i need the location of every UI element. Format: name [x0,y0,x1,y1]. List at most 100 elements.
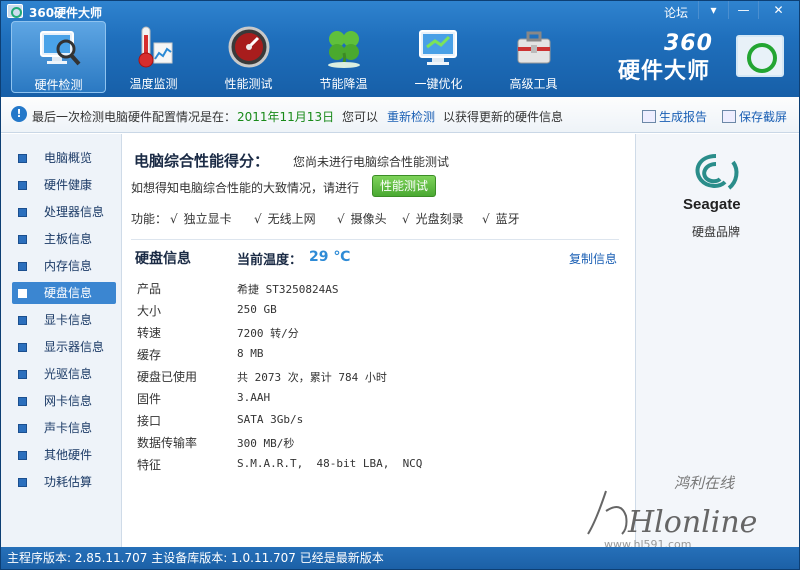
info-bar: ! 最后一次检测电脑硬件配置情况是在： 2011年11月13日 您可以 重新检测… [1,97,799,133]
tool-temperature[interactable]: 温度监测 [106,21,201,93]
tool-label: 节能降温 [319,77,368,91]
recheck-link[interactable]: 重新检测 [387,108,435,125]
disk-row-value: 希捷 ST3250824AS [237,283,339,296]
generate-report-button[interactable]: 生成报告 [642,108,707,125]
check-icon: √ [482,212,490,226]
save-screenshot-button[interactable]: 保存截屏 [722,108,787,125]
disk-row-value: 共 2073 次，累计 784 小时 [237,371,387,384]
disk-brand-name: Seagate [683,196,741,213]
top-bar: 360硬件大师 论坛 ▾ — ✕ 硬件检测 温度监测 性能测试 节能降温 一键优… [1,1,799,97]
sidebar-item-label: 功耗估算 [44,475,93,489]
bullet-icon [18,370,27,379]
speedometer-icon [228,26,270,68]
disk-row-label: 特征 [137,458,162,472]
tool-advanced[interactable]: 高级工具 [486,21,581,93]
bullet-icon [18,289,27,298]
optimize-monitor-icon [419,30,457,65]
copy-info-link[interactable]: 复制信息 [569,250,617,267]
app-logo-icon [7,4,23,18]
bullet-icon [18,208,27,217]
sidebar-item-harddisk[interactable]: 硬盘信息 [12,282,116,304]
sidebar-item-label: 电脑概览 [44,151,93,165]
tool-label: 温度监测 [129,77,178,91]
you-can-text: 您可以 [342,110,379,124]
check-icon: √ [170,212,178,226]
bullet-icon [18,235,27,244]
watermark-logo: 鸿利在线 Hlonline www.hl591.com [587,474,757,551]
disk-row-value: SATA 3Gb/s [237,413,304,426]
sidebar-item-health[interactable]: 硬件健康 [12,174,116,196]
sidebar-item-memory[interactable]: 内存信息 [12,255,116,277]
bullet-icon [18,478,27,487]
minimize-button[interactable]: — [728,1,758,19]
bullet-icon [18,181,27,190]
sidebar-item-display[interactable]: 显示器信息 [12,336,116,358]
watermark-cn: 鸿利在线 [674,474,736,492]
sidebar-item-sound[interactable]: 声卡信息 [12,417,116,439]
sidebar-item-motherboard[interactable]: 主板信息 [12,228,116,250]
sidebar-item-label: 主板信息 [44,232,93,246]
menu-dropdown-button[interactable]: ▾ [698,1,728,19]
save-label: 保存截屏 [739,110,788,124]
sidebar-item-optical[interactable]: 光驱信息 [12,363,116,385]
report-label: 生成报告 [659,110,708,124]
bullet-icon [18,343,27,352]
disk-row-value: S.M.A.R.T, 48-bit LBA, NCQ [237,457,423,470]
bullet-icon [18,424,27,433]
main-toolbar: 硬件检测 温度监测 性能测试 节能降温 一键优化 高级工具 [11,21,581,95]
tool-label: 高级工具 [509,77,558,91]
toolbox-icon [517,31,551,64]
current-temp-label: 当前温度： [237,253,303,268]
feature-label: 独立显卡 [183,212,232,226]
sidebar-item-label: 网卡信息 [44,394,93,408]
score-title: 电脑综合性能得分： [134,152,270,170]
disk-row-label: 接口 [137,414,162,428]
monitor-magnifier-icon [40,31,81,66]
sidebar-item-cpu[interactable]: 处理器信息 [12,201,116,223]
divider [131,239,619,240]
last-check-text: 最后一次检测电脑硬件配置情况是在： [32,110,237,124]
forum-link[interactable]: 论坛 [664,4,688,21]
bullet-icon [18,154,27,163]
feature-item: √ 摄像头 [337,210,387,227]
title-bar: 360硬件大师 论坛 ▾ — ✕ [1,1,799,21]
app-title: 360硬件大师 [29,6,103,20]
disk-row-label: 大小 [137,304,162,318]
main-panel: 电脑综合性能得分： 您尚未进行电脑综合性能测试 如想得知电脑综合性能的大致情况，… [123,134,634,547]
feature-item: √ 无线上网 [254,210,316,227]
sidebar-item-network[interactable]: 网卡信息 [12,390,116,412]
sidebar-item-label: 声卡信息 [44,421,93,435]
tool-hardware-detect[interactable]: 硬件检测 [11,21,106,93]
tool-label: 一键优化 [414,77,463,91]
sidebar-item-power[interactable]: 功耗估算 [12,471,116,493]
tool-power-saving[interactable]: 节能降温 [296,21,391,93]
tool-label: 硬件检测 [34,78,83,92]
last-check-date: 2011年11月13日 [237,110,335,124]
disk-row-value: 8 MB [237,347,264,360]
thermometer-icon [138,26,173,68]
sidebar-item-label: 其他硬件 [44,448,93,462]
sidebar-item-label: 处理器信息 [44,205,105,219]
tool-performance[interactable]: 性能测试 [201,21,296,93]
feature-label: 光盘刻录 [415,212,464,226]
disk-row-value: 250 GB [237,303,277,316]
disk-row-label: 硬盘已使用 [137,370,198,384]
app-window: 360硬件大师 论坛 ▾ — ✕ 硬件检测 温度监测 性能测试 节能降温 一键优… [0,0,800,570]
disk-row-value: 7200 转/分 [237,327,299,340]
disk-row-label: 数据传输率 [137,436,198,450]
sidebar-item-overview[interactable]: 电脑概览 [12,147,116,169]
close-button[interactable]: ✕ [758,1,798,19]
camera-icon [722,110,736,123]
feature-item: √ 光盘刻录 [402,210,464,227]
performance-test-button[interactable]: 性能测试 [372,175,436,197]
current-temp-value: 29 ℃ [309,249,351,265]
check-icon: √ [254,212,262,226]
sidebar-item-label: 显示器信息 [44,340,105,354]
brand-magnifier-icon [736,35,784,77]
sidebar-item-other[interactable]: 其他硬件 [12,444,116,466]
disk-row-label: 缓存 [137,348,162,362]
tool-one-click-optimize[interactable]: 一键优化 [391,21,486,93]
sidebar-item-graphics[interactable]: 显卡信息 [12,309,116,331]
disk-brand-caption: 硬盘品牌 [692,225,741,239]
report-icon [642,110,656,123]
